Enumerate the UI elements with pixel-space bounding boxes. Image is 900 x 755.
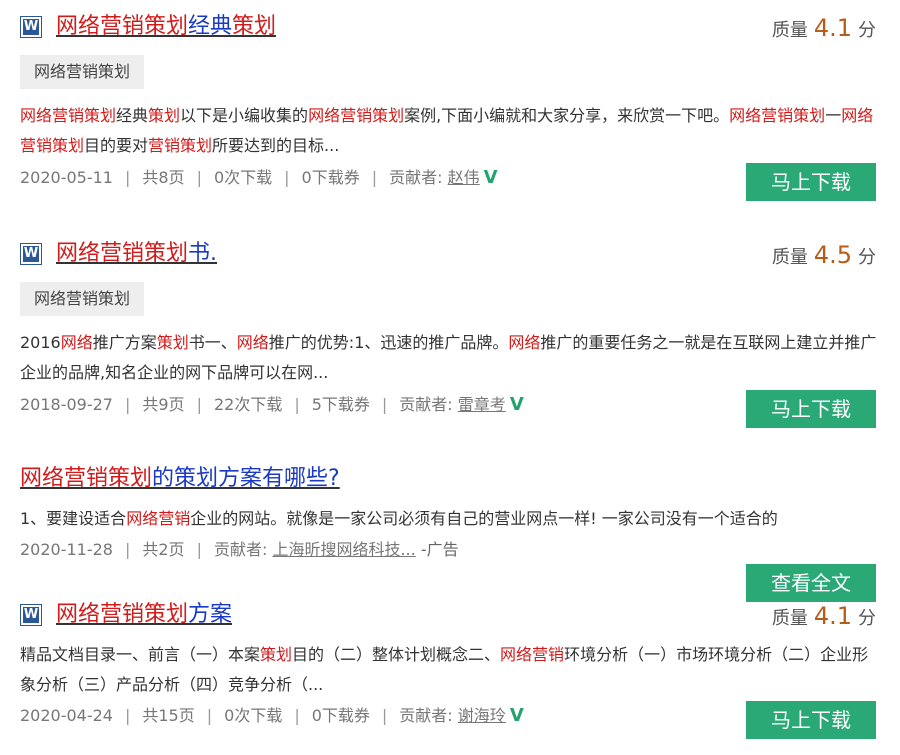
page-count: 共8页 <box>142 168 185 187</box>
text-fragment: 书. <box>188 241 218 266</box>
text-fragment: 一 <box>825 106 842 125</box>
contributor-label: 贡献者: <box>399 395 453 414</box>
date: 2020-05-11 <box>20 168 113 187</box>
contributor-label: 贡献者: <box>399 706 453 725</box>
page-count: 共9页 <box>142 395 185 414</box>
author-link[interactable]: 雷章考 <box>458 395 506 414</box>
date: 2020-11-28 <box>20 540 113 559</box>
text-fragment: 目的（二）整体计划概念二、 <box>292 645 501 664</box>
result-meta: 2020-11-28 | 共2页 | 贡献者: 上海昕搜网络科技... -广告 <box>20 540 459 559</box>
highlight-text: 网络营销策划 <box>56 241 189 266</box>
quality-unit: 分 <box>858 608 876 629</box>
result-title[interactable]: 网络营销策划经典策划 <box>56 12 276 42</box>
highlight-text: 网络营销 <box>126 509 191 528</box>
quality-unit: 分 <box>858 20 876 41</box>
highlight-text: 网络营销策划 <box>308 106 405 125</box>
quality-score: 质量 4.1 分 <box>772 14 876 42</box>
highlight-text: 网络营销策划 <box>56 14 189 39</box>
text-fragment: 目的要对 <box>84 136 149 155</box>
result-description: 1、要建设适合网络营销企业的网站。就像是一家公司必须有自己的营业网点一样! 一家… <box>20 504 880 534</box>
result-description: 2016网络推广方案策划书一、网络推广的优势:1、迅速的推广品牌。网络推广的重要… <box>20 328 880 388</box>
author-link[interactable]: 上海昕搜网络科技... <box>272 540 415 559</box>
highlight-text: 网络营销策划 <box>729 106 826 125</box>
quality-value: 4.1 <box>813 14 852 42</box>
download-count: 22次下载 <box>213 395 283 414</box>
result-description: 网络营销策划经典策划以下是小编收集的网络营销策划案例,下面小编就和大家分享，来欣… <box>20 101 880 161</box>
verified-v-icon: V <box>509 705 524 726</box>
coupon-count: 0下载券 <box>311 706 370 725</box>
download-button[interactable]: 马上下载 <box>746 163 876 201</box>
text-fragment: 所要达到的目标... <box>212 136 340 155</box>
quality-label: 质量 <box>771 247 808 268</box>
download-button[interactable]: 马上下载 <box>746 390 876 428</box>
quality-label: 质量 <box>771 20 808 41</box>
text-fragment: 方案 <box>188 602 233 627</box>
tag-badge[interactable]: 网络营销策划 <box>20 55 145 89</box>
highlight-text: 网络营销策划 <box>56 602 189 627</box>
quality-score: 质量 4.5 分 <box>772 241 876 269</box>
download-count: 0次下载 <box>213 168 273 187</box>
result-meta: 2020-04-24 | 共15页 | 0次下载 | 0下载券 | 贡献者: 谢海玲 V <box>20 705 524 726</box>
highlight-text: 策划 <box>156 333 189 352</box>
text-fragment: 推广方案 <box>92 333 157 352</box>
contributor-label: 贡献者: <box>389 168 443 187</box>
result-meta: 2018-09-27 | 共9页 | 22次下载 | 5下载券 | 贡献者: 雷章考 V <box>20 394 524 415</box>
result-meta: 2020-05-11 | 共8页 | 0次下载 | 0下载券 | 贡献者: 赵伟 V <box>20 167 498 188</box>
view-full-button[interactable]: 查看全文 <box>746 564 876 602</box>
quality-value: 4.5 <box>813 241 852 269</box>
highlight-text: 网络营销策划 <box>20 106 117 125</box>
coupon-count: 0下载券 <box>301 168 360 187</box>
highlight-text: 网络 <box>236 333 269 352</box>
quality-label: 质量 <box>771 608 808 629</box>
text-fragment: 经典 <box>116 106 149 125</box>
tag-badge[interactable]: 网络营销策划 <box>20 282 145 316</box>
download-count: 0次下载 <box>224 706 283 725</box>
text-fragment: 推广的优势:1、迅速的推广品牌。 <box>268 333 509 352</box>
highlight-text: 网络 <box>508 333 541 352</box>
highlight-text: 网络营销策划 <box>20 466 153 491</box>
word-doc-icon: W <box>20 16 42 38</box>
author-link[interactable]: 赵伟 <box>448 168 480 187</box>
highlight-text: 策划 <box>260 645 293 664</box>
text-fragment: 书一、 <box>188 333 237 352</box>
ad-label: -广告 <box>420 540 459 559</box>
word-doc-icon: W <box>20 243 42 265</box>
text-fragment: 的策划方案有哪些? <box>152 466 340 491</box>
highlight-text: 策划 <box>232 14 277 39</box>
word-doc-icon: W <box>20 604 42 626</box>
result-title[interactable]: 网络营销策划的策划方案有哪些? <box>20 464 340 494</box>
highlight-text: 网络营销 <box>500 645 565 664</box>
text-fragment: 2016 <box>20 333 61 352</box>
quality-value: 4.1 <box>813 602 852 630</box>
quality-unit: 分 <box>858 247 876 268</box>
page-count: 共15页 <box>142 706 195 725</box>
text-fragment: 案例,下面小编就和大家分享，来欣赏一下吧。 <box>404 106 730 125</box>
highlight-text: 营销策划 <box>148 136 213 155</box>
verified-v-icon: V <box>509 394 524 415</box>
coupon-count: 5下载券 <box>311 395 370 414</box>
page-count: 共2页 <box>142 540 185 559</box>
date: 2020-04-24 <box>20 706 113 725</box>
text-fragment: 经典 <box>188 14 233 39</box>
contributor-label: 贡献者: <box>213 540 268 559</box>
text-fragment: 精品文档目录一、前言（一）本案 <box>20 645 261 664</box>
verified-v-icon: V <box>483 167 498 188</box>
highlight-text: 策划 <box>148 106 181 125</box>
result-title[interactable]: 网络营销策划方案 <box>56 600 232 630</box>
date: 2018-09-27 <box>20 395 113 414</box>
download-button[interactable]: 马上下载 <box>746 701 876 739</box>
text-fragment: 以下是小编收集的 <box>180 106 309 125</box>
text-fragment: 企业的网站。就像是一家公司必须有自己的营业网点一样! 一家公司没有一个适合的 <box>190 509 778 528</box>
result-title[interactable]: 网络营销策划书. <box>56 239 217 269</box>
result-description: 精品文档目录一、前言（一）本案策划目的（二）整体计划概念二、网络营销环境分析（一… <box>20 640 880 700</box>
author-link[interactable]: 谢海玲 <box>458 706 506 725</box>
text-fragment: 1、要建设适合 <box>20 509 127 528</box>
quality-score: 质量 4.1 分 <box>772 602 876 630</box>
highlight-text: 网络 <box>60 333 93 352</box>
